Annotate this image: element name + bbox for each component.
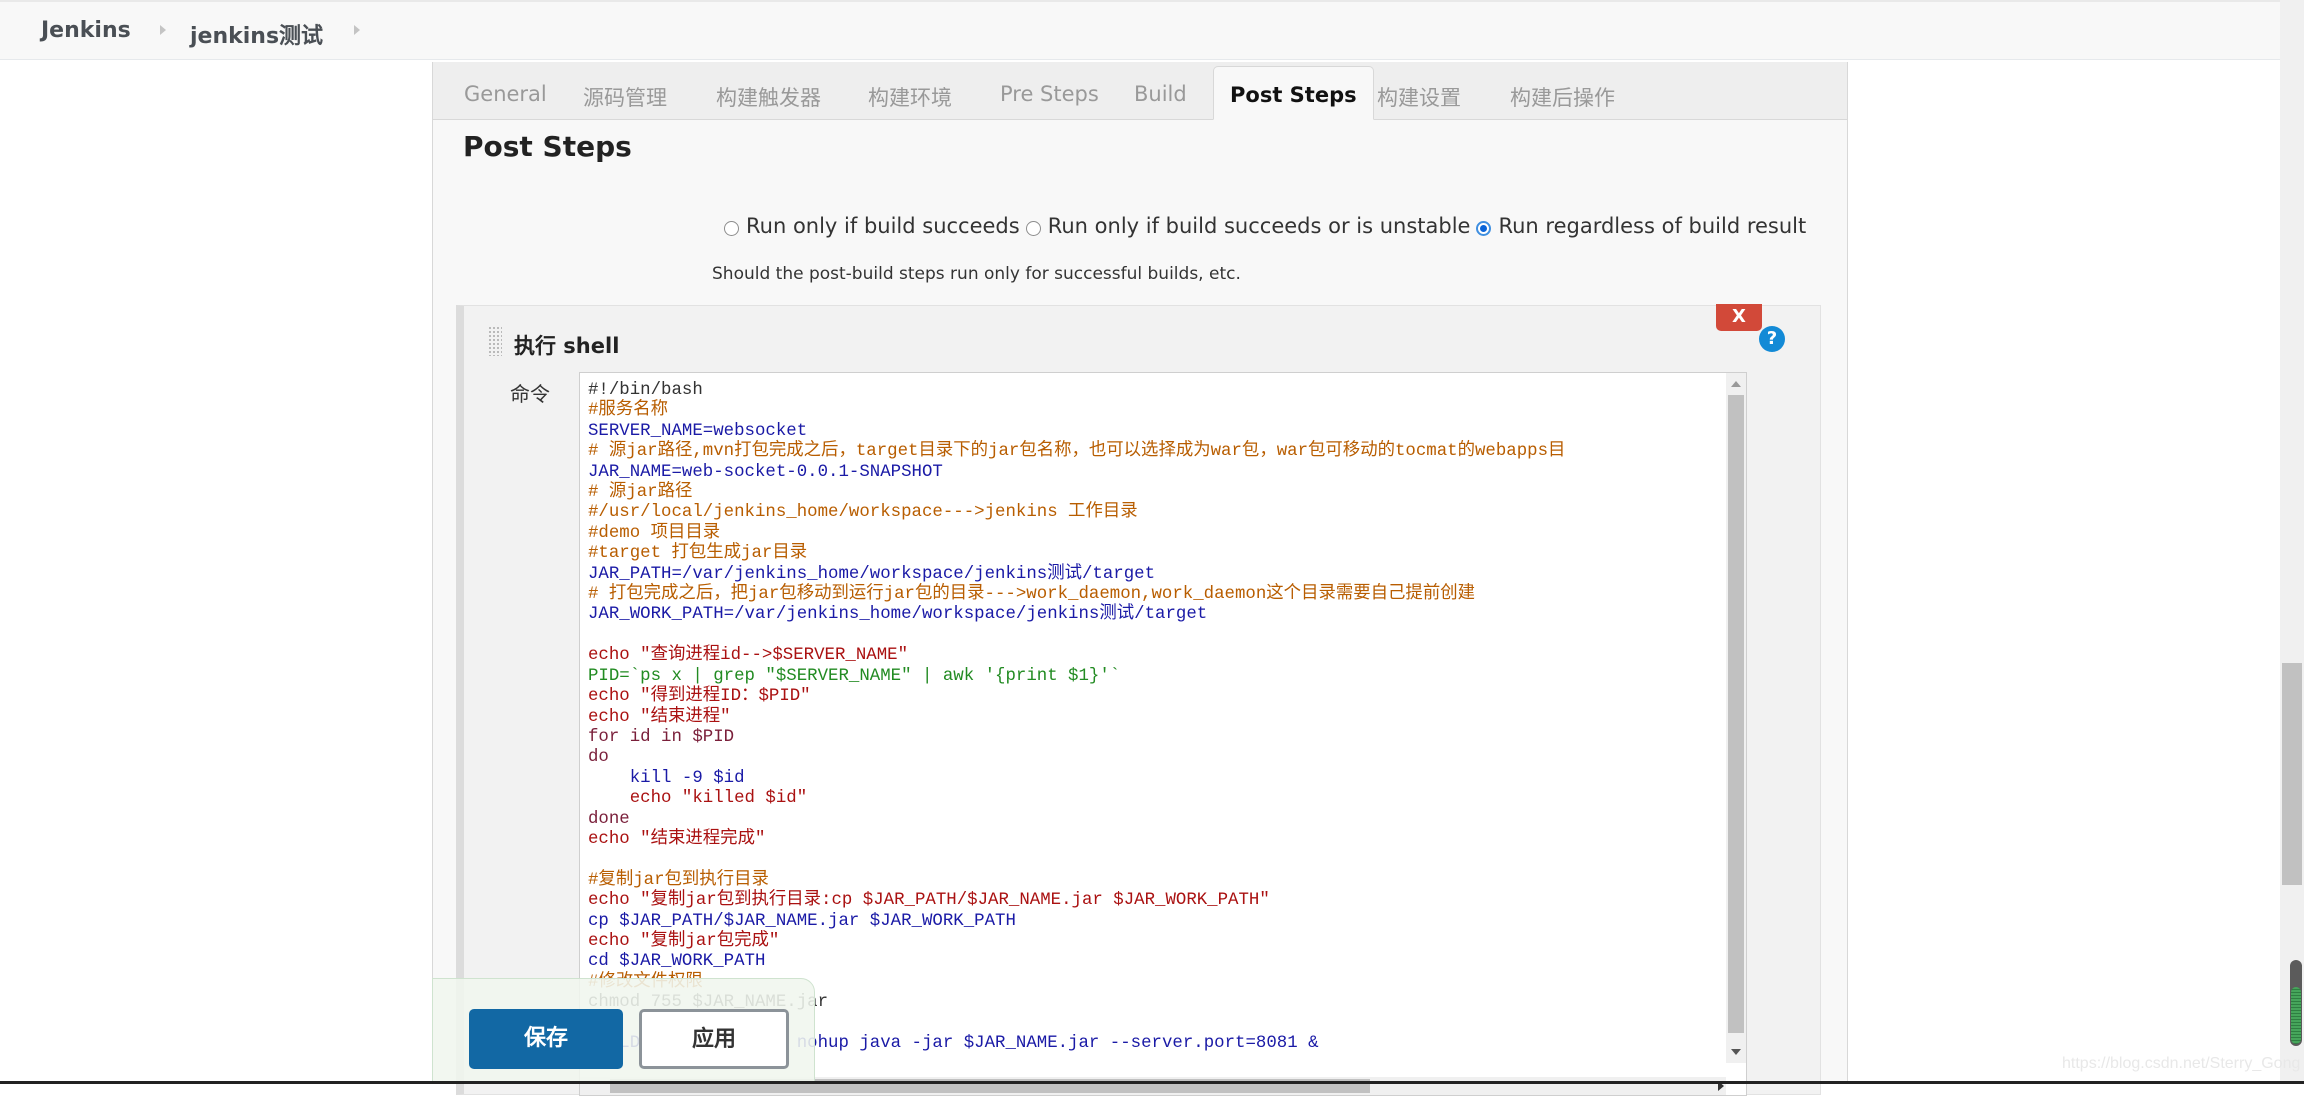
- save-button[interactable]: 保存: [469, 1009, 623, 1069]
- code-line: echo "结束进程": [588, 707, 731, 727]
- breadcrumb-jenkins[interactable]: Jenkins: [41, 18, 131, 43]
- radio-label[interactable]: Run regardless of build result: [1498, 214, 1806, 238]
- code-line: for id in $PID: [588, 727, 735, 747]
- code-line: #服务名称: [588, 401, 668, 421]
- help-icon[interactable]: ?: [1759, 326, 1785, 352]
- form-action-bar: 保存 应用: [432, 978, 815, 1084]
- code-line: # 源jar路径: [588, 483, 693, 503]
- section-title: Post Steps: [463, 130, 632, 163]
- radio-run-regardless[interactable]: [1476, 220, 1492, 236]
- radio-run-if-success-or-unstable[interactable]: [1025, 220, 1041, 236]
- code-line: #!/bin/bash: [588, 381, 703, 400]
- code-line: echo "复制jar包到执行目录:cp $JAR_PATH/$JAR_NAME…: [588, 891, 1270, 911]
- code-line: cp $JAR_PATH/$JAR_NAME.jar $JAR_WORK_PAT…: [588, 911, 1016, 931]
- job-config-form: General 源码管理 构建触发器 构建环境 Pre Steps Build …: [432, 62, 1848, 1096]
- code-line: JAR_PATH=/var/jenkins_home/workspace/jen…: [588, 564, 1156, 584]
- battery-gauge-icon: [2290, 960, 2302, 1046]
- step-title: 执行 shell: [514, 334, 620, 358]
- code-line: echo "查询进程id-->$SERVER_NAME": [588, 646, 909, 666]
- code-line: JAR_NAME=web-socket-0.0.1-SNAPSHOT: [588, 462, 943, 482]
- scroll-down-icon[interactable]: [1731, 1049, 1741, 1055]
- code-line: echo "killed $id": [629, 789, 808, 809]
- code-line: # 打包完成之后，把jar包移动到运行jar包的目录--->work_daemo…: [588, 585, 1475, 605]
- run-condition-radio-group: Run only if build succeeds Run only if b…: [718, 214, 1806, 238]
- tab-general[interactable]: General: [464, 82, 547, 106]
- textarea-vertical-scrollbar[interactable]: [1726, 373, 1746, 1063]
- breadcrumb-chevron-icon[interactable]: [160, 25, 166, 35]
- code-line: echo "结束进程完成": [588, 829, 766, 849]
- config-tabbar: General 源码管理 构建触发器 构建环境 Pre Steps Build …: [433, 62, 1847, 120]
- code-line: # 源jar路径,mvn打包完成之后，target目录下的jar包名称，也可以选…: [588, 442, 1566, 462]
- code-line: #/usr/local/jenkins_home/workspace--->je…: [588, 503, 1138, 523]
- code-line: JAR_WORK_PATH=/var/jenkins_home/workspac…: [588, 605, 1208, 625]
- command-code[interactable]: #!/bin/bash #服务名称 SERVER_NAME=websocket …: [588, 381, 1565, 1054]
- tab-source-code[interactable]: 源码管理: [583, 82, 667, 112]
- code-line: done: [588, 809, 630, 829]
- radio-label[interactable]: Run only if build succeeds: [746, 214, 1020, 238]
- tab-pre-steps[interactable]: Pre Steps: [1000, 82, 1099, 106]
- code-line: echo "复制jar包完成": [588, 931, 780, 951]
- tab-build-environment[interactable]: 构建环境: [868, 82, 952, 112]
- code-line: #target 打包生成jar目录: [588, 544, 808, 564]
- page-scrollbar[interactable]: [2280, 0, 2304, 1084]
- tab-post-steps[interactable]: Post Steps: [1213, 66, 1374, 120]
- scrollbar-thumb[interactable]: [1728, 395, 1744, 1033]
- radio-run-if-success[interactable]: [724, 220, 739, 236]
- radio-label[interactable]: Run only if build succeeds or is unstabl…: [1048, 214, 1471, 238]
- scroll-up-icon[interactable]: [1731, 381, 1741, 387]
- page-scrollbar-thumb[interactable]: [2282, 663, 2302, 885]
- run-condition-help-text: Should the post-build steps run only for…: [712, 264, 1241, 284]
- code-line: echo "得到进程ID：$PID": [588, 687, 811, 707]
- breadcrumb-job[interactable]: jenkins测试: [190, 18, 323, 50]
- watermark: https://blog.csdn.net/Sterry_Gong: [2062, 1055, 2301, 1072]
- code-line: kill -9 $id: [629, 768, 745, 788]
- code-line: do: [588, 748, 609, 768]
- tab-post-build-actions[interactable]: 构建后操作: [1510, 82, 1615, 112]
- tab-build[interactable]: Build: [1134, 82, 1187, 106]
- code-line: SERVER_NAME=websocket: [588, 421, 808, 441]
- delete-step-button[interactable]: X: [1716, 304, 1762, 331]
- code-line: cd $JAR_WORK_PATH: [588, 952, 766, 972]
- code-line: PID=`ps x | grep "$SERVER_NAME" | awk '{…: [588, 666, 1121, 686]
- command-label: 命令: [510, 382, 550, 406]
- drag-handle-icon[interactable]: [488, 326, 502, 356]
- apply-button[interactable]: 应用: [639, 1009, 789, 1069]
- code-line: #demo 项目目录: [588, 523, 721, 543]
- execute-shell-step: 执行 shell X ? 命令 #!/bin/bash #服务名称 SERVER…: [456, 304, 1821, 1096]
- tab-build-triggers[interactable]: 构建触发器: [716, 82, 821, 112]
- breadcrumb-chevron-icon[interactable]: [354, 25, 360, 35]
- code-line: #复制jar包到执行目录: [588, 870, 769, 890]
- breadcrumb-bar: Jenkins jenkins测试: [0, 0, 2304, 60]
- tab-build-settings[interactable]: 构建设置: [1377, 82, 1461, 112]
